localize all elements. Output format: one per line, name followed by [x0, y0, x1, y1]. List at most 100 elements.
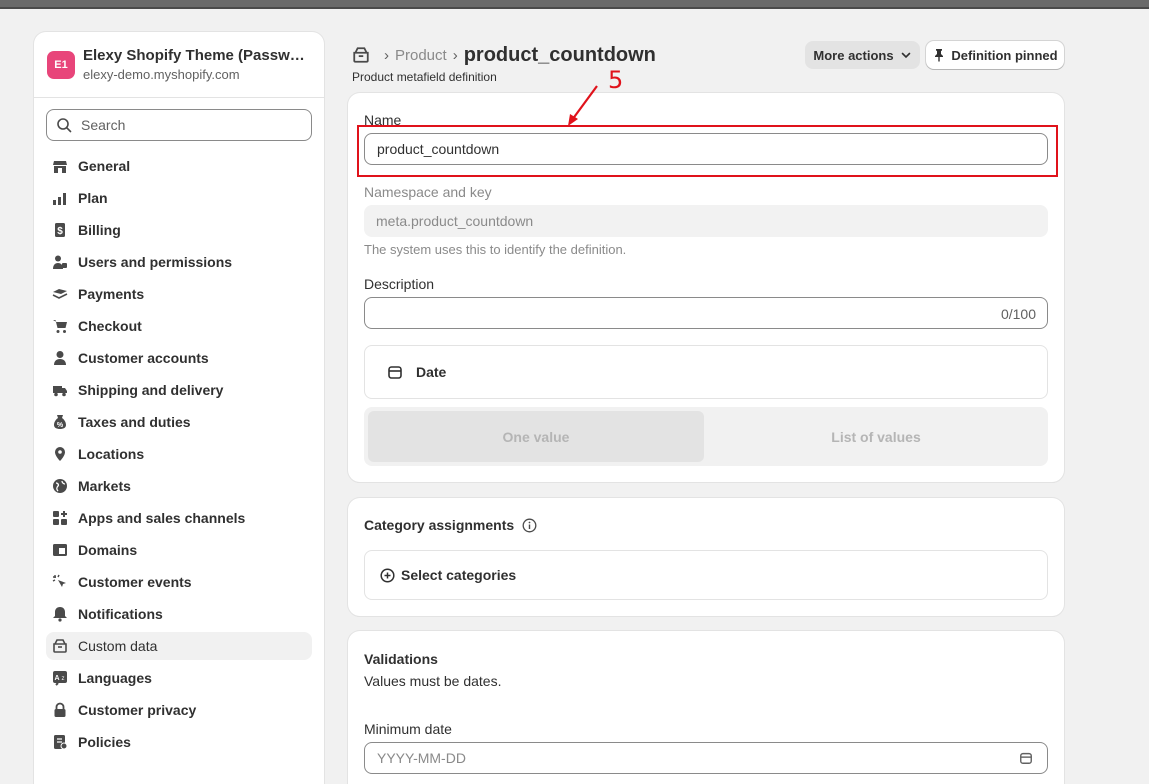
page-header: › Product › product_countdown Product me…: [352, 40, 1064, 84]
sidebar-item-policies[interactable]: Policies: [46, 728, 312, 756]
minimum-date-label: Minimum date: [364, 721, 452, 737]
namespace-help-text: The system uses this to identify the def…: [364, 242, 627, 257]
settings-search-input[interactable]: Search: [46, 109, 312, 141]
type-label: Date: [416, 364, 447, 380]
annotation-step-number: 5: [608, 66, 624, 94]
chevron-right-icon: ›: [452, 46, 458, 64]
annotation-arrow-icon: [568, 85, 598, 126]
sidebar-item-customer-accounts[interactable]: Customer accounts: [46, 344, 312, 372]
svg-text:%: %: [57, 422, 64, 429]
sidebar-item-customer-events[interactable]: Customer events: [46, 568, 312, 596]
svg-text:$: $: [57, 226, 63, 237]
domain-icon: [51, 541, 69, 559]
sidebar-item-languages[interactable]: Az Languages: [46, 664, 312, 692]
minimum-date-placeholder: YYYY-MM-DD: [377, 750, 466, 766]
value-count-toggle: One value List of values: [364, 407, 1048, 466]
category-assignments-heading: Category assignments: [364, 517, 537, 533]
more-actions-button[interactable]: More actions: [805, 41, 920, 69]
sidebar-item-label: Policies: [78, 734, 131, 750]
tax-icon: %: [51, 413, 69, 431]
one-value-option[interactable]: One value: [368, 411, 704, 462]
sidebar-item-apps[interactable]: Apps and sales channels: [46, 504, 312, 532]
validations-card: Validations Values must be dates. Minimu…: [348, 631, 1064, 784]
sidebar-item-label: Checkout: [78, 318, 142, 334]
info-icon[interactable]: [522, 518, 537, 533]
sidebar-item-label: Domains: [78, 542, 138, 558]
namespace-input: meta.product_countdown: [364, 205, 1048, 237]
apps-icon: [51, 509, 69, 527]
settings-nav: General Plan $ Billing Users and permiss…: [34, 152, 324, 756]
annotation-highlight-box: [357, 125, 1058, 177]
sidebar-item-label: Customer accounts: [78, 350, 209, 366]
definition-pinned-button[interactable]: Definition pinned: [926, 41, 1064, 69]
definition-pinned-label: Definition pinned: [951, 47, 1058, 63]
select-categories-label: Select categories: [401, 567, 517, 583]
description-input[interactable]: 0/100: [364, 297, 1048, 329]
sidebar-item-plan[interactable]: Plan: [46, 184, 312, 212]
policy-icon: [51, 733, 69, 751]
sidebar-item-label: Customer events: [78, 574, 192, 590]
sidebar-item-customer-privacy[interactable]: Customer privacy: [46, 696, 312, 724]
payments-icon: [51, 285, 69, 303]
sidebar-item-label: Apps and sales channels: [78, 510, 246, 526]
category-assignments-card: Category assignments Select categories: [348, 498, 1064, 616]
calendar-icon: [388, 366, 402, 379]
calendar-icon[interactable]: [1019, 751, 1033, 765]
sidebar-item-locations[interactable]: Locations: [46, 440, 312, 468]
sidebar-item-users[interactable]: Users and permissions: [46, 248, 312, 276]
sidebar-item-checkout[interactable]: Checkout: [46, 312, 312, 340]
category-assignments-title: Category assignments: [364, 517, 515, 533]
store-icon: [51, 157, 69, 175]
cart-icon: [51, 317, 69, 335]
billing-icon: $: [51, 221, 69, 239]
sidebar-item-label: Customer privacy: [78, 702, 197, 718]
svg-text:A: A: [54, 675, 59, 682]
custom-data-icon[interactable]: [352, 46, 370, 64]
sidebar-item-label: Taxes and duties: [78, 414, 191, 430]
sidebar-item-taxes[interactable]: % Taxes and duties: [46, 408, 312, 436]
location-icon: [51, 445, 69, 463]
sidebar-item-general[interactable]: General: [46, 152, 312, 180]
store-name: Elexy Shopify Theme (Password protected): [83, 47, 313, 64]
type-selector[interactable]: Date: [364, 345, 1048, 399]
select-categories-button[interactable]: Select categories: [364, 550, 1048, 600]
sidebar-item-label: Locations: [78, 446, 145, 462]
sidebar-item-label: Shipping and delivery: [78, 382, 224, 398]
sidebar-item-label: Payments: [78, 286, 145, 302]
person-icon: [51, 349, 69, 367]
custom-data-icon: [51, 637, 69, 655]
page-subtitle: Product metafield definition: [352, 70, 497, 84]
breadcrumb-product-link[interactable]: Product: [395, 47, 447, 64]
search-icon: [57, 118, 72, 133]
sidebar-item-payments[interactable]: Payments: [46, 280, 312, 308]
window-top-bar: [0, 0, 1149, 9]
plus-circle-icon: [380, 567, 395, 583]
validations-title: Validations: [364, 651, 438, 667]
sidebar-item-custom-data[interactable]: Custom data: [46, 632, 312, 660]
store-switcher[interactable]: E1 Elexy Shopify Theme (Password protect…: [34, 32, 324, 98]
list-of-values-option[interactable]: List of values: [708, 411, 1044, 462]
sidebar-item-label: Notifications: [78, 606, 163, 622]
sidebar-item-domains[interactable]: Domains: [46, 536, 312, 564]
settings-sidebar: E1 Elexy Shopify Theme (Password protect…: [34, 32, 324, 784]
store-domain: elexy-demo.myshopify.com: [83, 67, 240, 82]
sidebar-item-billing[interactable]: $ Billing: [46, 216, 312, 244]
page-title: product_countdown: [463, 43, 656, 66]
svg-text:z: z: [62, 676, 65, 682]
description-label: Description: [364, 276, 435, 292]
sidebar-item-markets[interactable]: Markets: [46, 472, 312, 500]
sidebar-item-label: Languages: [78, 670, 152, 686]
language-icon: Az: [51, 669, 69, 687]
store-avatar: E1: [47, 50, 75, 79]
sidebar-item-notifications[interactable]: Notifications: [46, 600, 312, 628]
sidebar-item-label: General: [78, 158, 131, 174]
bell-icon: [51, 605, 69, 623]
plan-icon: [51, 189, 69, 207]
globe-icon: [51, 477, 69, 495]
lock-icon: [51, 701, 69, 719]
cursor-icon: [51, 573, 69, 591]
sidebar-item-shipping[interactable]: Shipping and delivery: [46, 376, 312, 404]
sidebar-item-label: Custom data: [78, 638, 158, 654]
minimum-date-input[interactable]: YYYY-MM-DD: [364, 742, 1048, 774]
sidebar-item-label: Markets: [78, 478, 131, 494]
